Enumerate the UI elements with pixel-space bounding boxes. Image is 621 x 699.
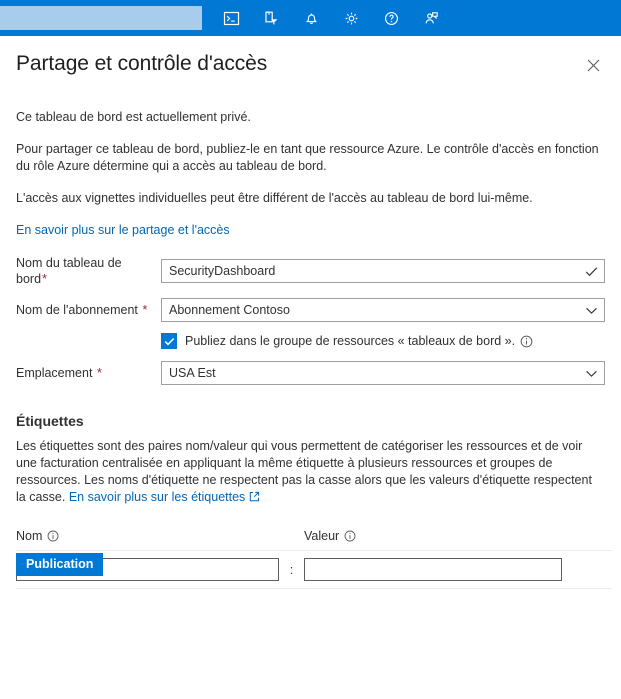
location-label: Emplacement * [16,365,161,381]
publish-resource-group-checkbox[interactable] [161,333,177,349]
intro-paragraph-2: Pour partager ce tableau de bord, publie… [16,142,599,173]
tag-separator: : [289,562,294,577]
subscription-name-row: Nom de l'abonnement * [16,298,605,322]
location-select[interactable] [161,361,605,385]
tags-section-title: Étiquettes [16,413,84,429]
blade-content: Ce tableau de bord est actuellement priv… [0,109,621,589]
share-access-blade: Partage et contrôle d'accès Ce tableau d… [0,36,621,589]
publish-resource-group-label: Publiez dans le groupe de ressources « t… [185,334,533,348]
location-label-text: Emplacement [16,366,93,380]
learn-more-sharing-row: En savoir plus sur le partage et l'accès [16,221,605,239]
table-row: : [16,551,605,588]
dashboard-name-row: Nom du tableau de bord* [16,255,605,287]
settings-gear-icon[interactable] [337,4,365,32]
info-icon[interactable] [520,335,533,348]
portal-header [0,0,621,36]
publish-resource-group-text: Publiez dans le groupe de ressources « t… [185,334,516,348]
publish-resource-group-row: Publiez dans le groupe de ressources « t… [16,333,605,349]
notifications-bell-icon[interactable] [297,4,325,32]
dashboard-name-label-text: Nom du tableau de bord [16,256,122,286]
info-icon[interactable] [47,530,59,542]
learn-more-tags-link[interactable]: En savoir plus sur les étiquettes [69,490,245,504]
subscription-name-control [161,298,605,322]
header-icon-group [217,4,445,32]
intro-paragraph-3: L'accès aux vignettes individuelles peut… [16,191,533,205]
blade-footer: Publication [16,553,104,576]
location-row: Emplacement * [16,361,605,385]
directories-subscriptions-icon[interactable] [257,4,285,32]
tags-description: Les étiquettes sont des paires nom/valeu… [16,438,596,507]
blade-title-row: Partage et contrôle d'accès [0,36,621,78]
dashboard-name-input[interactable] [161,259,605,283]
cloud-shell-icon[interactable] [217,4,245,32]
subscription-name-select[interactable] [161,298,605,322]
required-asterisk: * [142,302,148,317]
tags-column-name-text: Nom [16,529,43,543]
feedback-person-icon[interactable] [417,4,445,32]
chevron-down-icon[interactable] [585,361,598,385]
tags-rule-bottom [16,588,612,589]
dashboard-name-control [161,259,605,283]
tags-column-value-text: Valeur [304,529,340,543]
chevron-down-icon[interactable] [585,298,598,322]
intro-paragraph-1: Ce tableau de bord est actuellement priv… [16,110,251,124]
publish-button[interactable]: Publication [16,553,104,576]
dashboard-name-label: Nom du tableau de bord* [16,255,161,287]
close-icon[interactable] [582,54,604,76]
tags-column-name: Nom [16,529,304,543]
required-asterisk: * [96,365,102,380]
info-icon[interactable] [344,530,356,542]
help-question-icon[interactable] [377,4,405,32]
external-link-icon [249,490,260,507]
publish-form: Nom du tableau de bord* Nom de l'abonnem… [16,255,605,385]
tag-value-input[interactable] [304,558,562,581]
global-search-input[interactable] [0,6,202,30]
location-control [161,361,605,385]
subscription-name-label: Nom de l'abonnement * [16,302,161,318]
tags-table-header: Nom Valeur [16,529,605,550]
required-asterisk: * [42,271,48,286]
tags-column-value: Valeur [304,529,356,543]
learn-more-sharing-link[interactable]: En savoir plus sur le partage et l'accès [16,223,230,237]
subscription-name-label-text: Nom de l'abonnement [16,303,138,317]
tags-table: Nom Valeur: [16,529,612,589]
page-title: Partage et contrôle d'accès [16,52,268,75]
